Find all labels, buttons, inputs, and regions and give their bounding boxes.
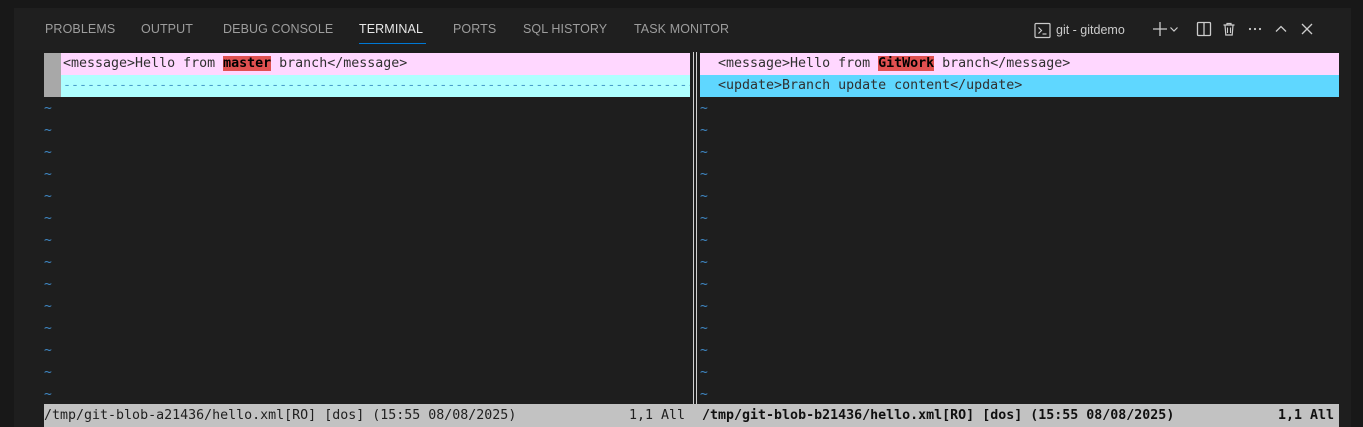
empty-line-tilde: ~ [44,387,52,402]
tab-ports[interactable]: PORTS [453,22,496,36]
text-segment: <message>Hello from [718,56,879,71]
line-text: <update>Branch update content</update> [718,78,1023,93]
kill-terminal-button[interactable] [1219,19,1239,39]
more-icon [1248,27,1262,31]
window-right-edge [1351,0,1363,427]
separator-gap [694,52,696,404]
tab-debug-console[interactable]: DEBUG CONSOLE [223,22,333,36]
right-cursor-position: 1,1 All [1278,408,1335,423]
empty-line-tilde: ~ [44,365,52,380]
tab-problems[interactable]: PROBLEMS [45,22,115,36]
text-segment: branch</message> [934,56,1071,71]
line-text: <message>Hello from master branch</messa… [63,53,407,75]
empty-line-tilde: ~ [44,145,52,160]
sign-column [44,75,61,97]
tab-output[interactable]: OUTPUT [141,22,193,36]
vertical-split-separator[interactable] [690,52,700,404]
empty-line-tilde: ~ [44,123,52,138]
maximize-panel-icon [1275,25,1287,32]
empty-line-tilde: ~ [44,321,52,336]
tab-sql-history[interactable]: SQL HISTORY [523,22,607,36]
close-icon [1301,23,1313,35]
empty-line-tilde: ~ [700,343,708,358]
window-top-edge [0,0,1363,8]
maximize-panel-button[interactable] [1271,19,1291,39]
diff-highlight: master [223,56,272,71]
split-terminal-button[interactable] [1194,19,1214,39]
sign-column [44,53,61,75]
empty-line-tilde: ~ [44,255,52,270]
trash-icon [1223,22,1235,36]
tab-terminal[interactable]: TERMINAL [359,22,423,36]
terminal-instance-selector[interactable]: git - gitdemo [1034,20,1125,40]
added-line: <update>Branch update content</update> [700,75,1339,97]
close-panel-button[interactable] [1297,19,1317,39]
window-left-edge [0,0,14,427]
empty-line-tilde: ~ [700,145,708,160]
filler-line: ----------------------------------------… [44,75,690,97]
chevron-down-icon [1170,27,1178,32]
empty-line-tilde: ~ [700,211,708,226]
empty-line-tilde: ~ [700,299,708,314]
empty-line-tilde: ~ [44,167,52,182]
panel-tab-bar: PROBLEMS OUTPUT DEBUG CONSOLE TERMINAL P… [14,8,1351,50]
empty-line-tilde: ~ [700,387,708,402]
launch-profile-dropdown[interactable] [1167,19,1181,39]
filler-dashes: ----------------------------------------… [63,78,690,93]
empty-line-tilde: ~ [700,101,708,116]
more-actions-button[interactable] [1245,19,1265,39]
empty-line-tilde: ~ [700,321,708,336]
active-tab-indicator [359,43,426,44]
terminal-icon [1034,22,1051,38]
right-file-status: /tmp/git-blob-b21436/hello.xml[RO] [dos]… [702,408,1175,423]
left-file-status: /tmp/git-blob-a21436/hello.xml[RO] [dos]… [44,408,517,423]
empty-line-tilde: ~ [44,211,52,226]
line-text: <message>Hello from GitWork branch</mess… [718,53,1070,75]
empty-line-tilde: ~ [700,233,708,248]
empty-line-tilde: ~ [700,255,708,270]
empty-line-tilde: ~ [44,277,52,292]
text-segment: <message>Hello from [63,56,224,71]
text-segment: branch</message> [271,56,408,71]
split-terminal-icon [1196,21,1212,37]
empty-line-tilde: ~ [44,101,52,116]
empty-line-tilde: ~ [700,277,708,292]
vim-status-line: /tmp/git-blob-a21436/hello.xml[RO] [dos]… [44,404,1339,427]
changed-line: <message>Hello from GitWork branch</mess… [700,53,1339,75]
empty-line-tilde: ~ [700,189,708,204]
diff-pane-right[interactable]: <message>Hello from GitWork branch</mess… [700,52,1339,404]
tab-task-monitor[interactable]: TASK MONITOR [634,22,729,36]
empty-line-tilde: ~ [44,189,52,204]
terminal-instance-label: git - gitdemo [1056,23,1125,37]
changed-line: <message>Hello from master branch</messa… [44,53,690,75]
empty-line-tilde: ~ [44,299,52,314]
empty-line-tilde: ~ [700,123,708,138]
empty-line-tilde: ~ [44,233,52,248]
diff-highlight: GitWork [878,56,935,71]
left-cursor-position: 1,1 All [629,408,686,423]
diff-pane-left[interactable]: <message>Hello from master branch</messa… [44,52,690,404]
empty-line-tilde: ~ [700,365,708,380]
empty-line-tilde: ~ [700,167,708,182]
empty-line-tilde: ~ [44,343,52,358]
